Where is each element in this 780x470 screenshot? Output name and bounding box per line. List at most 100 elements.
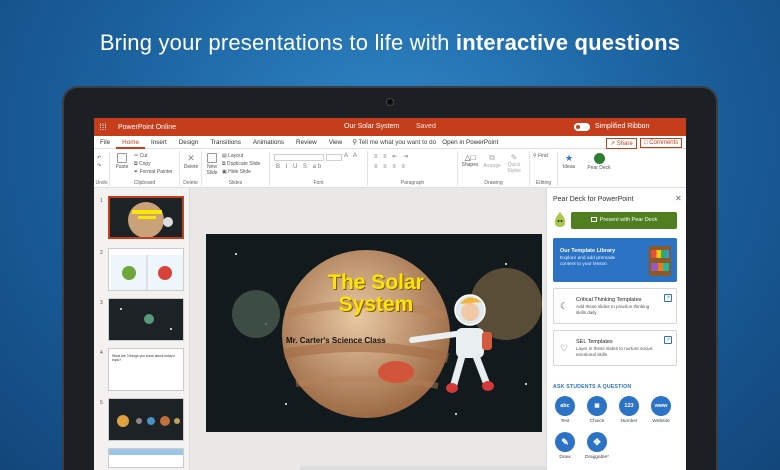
tab-review[interactable]: Review: [290, 136, 323, 149]
pear-logo-icon: [553, 210, 567, 230]
simplified-ribbon-toggle[interactable]: [574, 123, 590, 131]
thumbnail-number: 3: [100, 300, 103, 306]
arrange-button[interactable]: ⧉ Arrange: [482, 153, 502, 169]
pear-deck-label: Pear Deck: [587, 165, 611, 171]
delete-label: Delete: [183, 164, 199, 170]
bookshelf-icon: [649, 246, 671, 276]
layout-button[interactable]: ▤ Layout: [222, 153, 243, 159]
redo-icon[interactable]: ↷: [97, 163, 101, 169]
thumbnail-5-art: [117, 415, 180, 427]
title-bar: ⁞⁞⁞ PowerPoint Online Our Solar System S…: [94, 118, 686, 136]
comments-button[interactable]: □ Comments: [640, 138, 683, 148]
critical-thinking-templates-card[interactable]: ☾ Critical Thinking Templates Add these …: [553, 288, 677, 324]
draw-question-button[interactable]: ✎: [555, 432, 575, 452]
pear-deck-group: Pear Deck: [584, 151, 614, 186]
number-question-button[interactable]: 123: [619, 396, 639, 416]
clipboard-group: Paste ✂ Cut ⧉ Copy ✒ Format Painter Clip…: [110, 151, 180, 186]
simplified-ribbon-label: Simplified Ribbon: [595, 123, 650, 130]
app-window: ⁞⁞⁞ PowerPoint Online Our Solar System S…: [94, 118, 686, 470]
duplicate-slide-button[interactable]: ⧉ Duplicate Slide: [222, 161, 260, 167]
open-in-powerpoint-link[interactable]: Open in PowerPoint: [436, 136, 504, 149]
share-button[interactable]: ↗ Share: [606, 138, 637, 149]
headline-text: Bring your presentations to life with: [99, 30, 456, 55]
sel-templates-card[interactable]: ♡ SEL Templates Layer in these slides to…: [553, 330, 677, 366]
font-style-buttons[interactable]: B I U S ab: [276, 164, 323, 170]
pear-deck-pane: Pear Deck for PowerPoint ✕ Present with …: [546, 188, 686, 470]
slide-thumbnail-2[interactable]: [108, 248, 184, 291]
ideas-icon: ★: [564, 153, 574, 163]
tab-design[interactable]: Design: [173, 136, 205, 149]
cut-button[interactable]: ✂ Cut: [134, 153, 147, 159]
list-buttons[interactable]: ≡ ≡ ⇤ ⇥: [374, 153, 410, 160]
tab-view[interactable]: View: [323, 136, 349, 149]
tab-animations[interactable]: Animations: [247, 136, 290, 149]
thumbnail-4-caption: What are 3 things you know about today's…: [112, 354, 175, 362]
hide-slide-button[interactable]: ▣ Hide Slide: [222, 169, 251, 175]
draggable-question-button[interactable]: ✥: [587, 432, 607, 452]
thumbnail-number: 4: [100, 350, 103, 356]
pane-title: Pear Deck for PowerPoint: [553, 196, 634, 203]
clipboard-group-label: Clipboard: [133, 180, 156, 186]
copy-button[interactable]: ⧉ Copy: [134, 161, 151, 167]
quick-styles-button[interactable]: ✎ Quick Styles: [504, 153, 524, 174]
tab-transitions[interactable]: Transitions: [204, 136, 247, 149]
present-with-pear-deck-button[interactable]: Present with Pear Deck: [571, 212, 677, 229]
delete-button[interactable]: ✕ Delete: [183, 153, 199, 170]
present-button-label: Present with Pear Deck: [599, 217, 658, 223]
slide-title[interactable]: The Solar System: [306, 272, 446, 316]
font-group: A A B I U S ab Font: [270, 151, 368, 186]
slide-thumbnail-1[interactable]: [108, 196, 184, 239]
format-painter-button[interactable]: ✒ Format Painter: [134, 169, 173, 175]
ideas-button[interactable]: ★ Ideas: [560, 153, 578, 170]
new-slide-button[interactable]: New Slide: [204, 153, 220, 176]
ideas-label: Ideas: [562, 164, 576, 170]
app-name[interactable]: PowerPoint Online: [118, 124, 176, 131]
tab-file[interactable]: File: [94, 136, 116, 149]
choice-question-button[interactable]: ▦: [587, 396, 607, 416]
open-external-icon[interactable]: ↗: [664, 336, 672, 344]
font-size-select[interactable]: [326, 154, 342, 161]
slide-thumbnail-5[interactable]: [108, 398, 184, 441]
paste-button[interactable]: Paste: [114, 153, 130, 170]
font-name-select[interactable]: [274, 154, 324, 161]
tab-insert[interactable]: Insert: [145, 136, 173, 149]
slide-thumbnail-6[interactable]: [108, 448, 184, 468]
font-size-buttons[interactable]: A A: [344, 153, 359, 159]
paste-icon: [117, 153, 127, 163]
tab-home[interactable]: Home: [116, 136, 145, 149]
slide-subtitle[interactable]: Mr. Carter's Science Class: [286, 336, 386, 345]
slide-thumbnail-3[interactable]: [108, 298, 184, 341]
document-title[interactable]: Our Solar System: [344, 123, 399, 130]
close-icon[interactable]: ✕: [675, 194, 682, 203]
slide-thumbnail-pane[interactable]: 1 2 3 4 What are 3 things you know about…: [94, 188, 190, 470]
comments-label: Comments: [649, 140, 679, 146]
arrange-label: Arrange: [483, 163, 501, 169]
waffle-icon[interactable]: ⁞⁞⁞: [94, 118, 112, 136]
pear-logo-art: [554, 212, 566, 227]
pear-deck-button[interactable]: Pear Deck: [586, 153, 612, 171]
thumbnail-number: 5: [100, 400, 103, 406]
ask-students-header: ASK STUDENTS A QUESTION: [553, 384, 632, 390]
shapes-button[interactable]: △□ Shapes: [460, 153, 480, 168]
heart-icon: ♡: [560, 343, 569, 353]
find-button[interactable]: ⚲ Find: [533, 153, 548, 159]
quick-styles-label: Quick Styles: [507, 162, 521, 174]
website-question-button[interactable]: www: [651, 396, 671, 416]
open-external-icon[interactable]: ↗: [664, 294, 672, 302]
tell-me-search[interactable]: ⚲ Tell me what you want to do: [352, 139, 436, 146]
laptop-frame: ⁞⁞⁞ PowerPoint Online Our Solar System S…: [62, 86, 718, 470]
format-painter-label: Format Painter: [139, 169, 173, 175]
current-slide[interactable]: The Solar System Mr. Carter's Science Cl…: [206, 234, 542, 432]
lightbulb-icon: ☾: [560, 301, 569, 311]
slides-group-label: Slides: [228, 180, 243, 186]
shapes-label: Shapes: [461, 162, 479, 168]
drawing-group-label: Drawing: [484, 180, 503, 186]
slide-thumbnail-4[interactable]: What are 3 things you know about today's…: [108, 348, 184, 391]
slides-group: New Slide ▤ Layout ⧉ Duplicate Slide ▣ H…: [202, 151, 270, 186]
alignment-buttons[interactable]: ≡ ≡ ≡ ≡: [374, 164, 407, 170]
undo-group: ↶ ↷ Undo: [94, 151, 110, 186]
card-description: Layer in these slides to nurture social-…: [576, 346, 654, 357]
undo-icon[interactable]: ↶: [97, 155, 101, 161]
template-library-card[interactable]: Our Template Library Explore and add pre…: [553, 238, 677, 282]
text-question-button[interactable]: abc: [555, 396, 575, 416]
